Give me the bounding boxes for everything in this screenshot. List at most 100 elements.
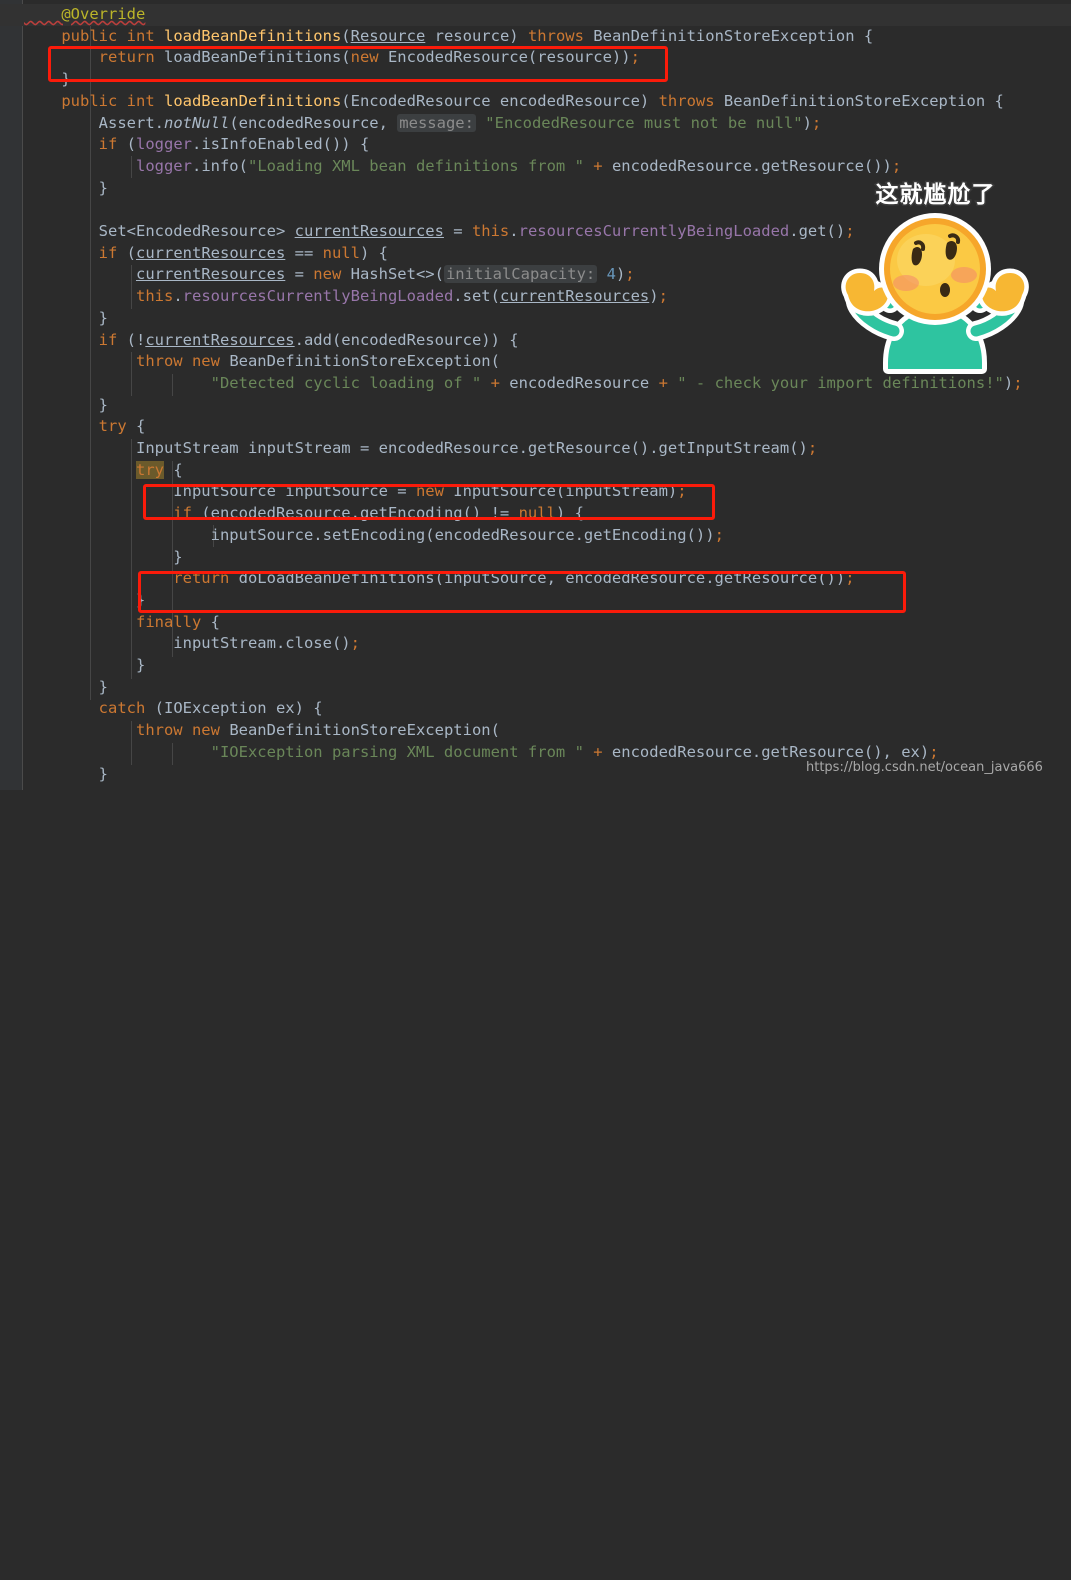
- token-keyword: return: [24, 569, 239, 588]
- token-variable: currentResources: [294, 222, 444, 240]
- code-line[interactable]: InputStream inputStream = encodedResourc…: [0, 438, 1071, 460]
- token-variable: currentResources: [136, 243, 286, 262]
- code-line[interactable]: Assert.notNull(encodedResource, message:…: [0, 113, 1071, 135]
- code-line[interactable]: }: [0, 69, 1071, 91]
- token-keyword: new: [313, 265, 351, 284]
- token-text: ): [615, 265, 626, 284]
- code-line[interactable]: }: [0, 677, 1071, 699]
- code-line[interactable]: }: [0, 590, 1071, 612]
- token-text: (: [126, 243, 136, 262]
- token-text: (encodedResource.getEncoding() !=: [201, 504, 519, 523]
- token-keyword: catch: [24, 699, 155, 718]
- token-text: InputSource(inputStream): [453, 482, 678, 501]
- token-keyword: null: [322, 243, 360, 262]
- token-keyword: new: [350, 48, 388, 67]
- token-text: }: [24, 308, 108, 327]
- token-text: InputStream inputStream = encodedResourc…: [24, 439, 808, 457]
- token-operator: +: [583, 742, 612, 761]
- code-line[interactable]: }: [0, 655, 1071, 677]
- token-text: }: [24, 178, 108, 197]
- token-text: (EncodedResource encodedResource): [341, 91, 659, 110]
- code-line[interactable]: try {: [0, 460, 1071, 482]
- code-line[interactable]: public int loadBeanDefinitions(Resource …: [0, 26, 1071, 48]
- code-line[interactable]: return loadBeanDefinitions(new EncodedRe…: [0, 47, 1071, 69]
- token-text: .add(encodedResource)) {: [294, 330, 519, 349]
- token-text: {: [135, 417, 146, 436]
- token-string: "Detected cyclic loading of ": [24, 373, 482, 392]
- token-text: =: [443, 222, 472, 240]
- code-line[interactable]: if (encodedResource.getEncoding() != nul…: [0, 503, 1071, 525]
- token-keyword: if: [24, 504, 202, 523]
- code-line[interactable]: }: [0, 547, 1071, 569]
- token-type: Resource: [350, 26, 426, 45]
- code-line[interactable]: InputSource inputSource = new InputSourc…: [0, 481, 1071, 503]
- code-line[interactable]: return doLoadBeanDefinitions(inputSource…: [0, 568, 1071, 590]
- code-line[interactable]: try {: [0, 416, 1071, 438]
- token-text: ): [802, 113, 812, 132]
- parameter-hint-initialcapacity: initialCapacity:: [443, 265, 598, 284]
- token-field: logger: [135, 156, 192, 175]
- token-number: 4: [597, 265, 616, 284]
- token-text: }: [24, 677, 108, 696]
- token-keyword: finally: [24, 612, 211, 631]
- token-text: .set(: [453, 287, 500, 306]
- token-text: (: [126, 135, 136, 154]
- sticker-overlay: 这就尴尬了: [828, 175, 1043, 374]
- token-string: "IOException parsing XML document from ": [24, 742, 584, 761]
- token-text: EncodedResource(resource)): [387, 48, 631, 67]
- token-text: }: [24, 764, 108, 783]
- token-text: (!: [126, 330, 146, 349]
- code-line[interactable]: inputStream.close();: [0, 633, 1071, 655]
- token-text: ==: [285, 243, 323, 262]
- token-operator: +: [583, 156, 612, 175]
- token-text: }: [24, 395, 108, 414]
- code-line[interactable]: catch (IOException ex) {: [0, 698, 1071, 720]
- token-text: inputStream.close(): [24, 634, 351, 653]
- token-text: }: [24, 547, 183, 566]
- token-text: .isInfoEnabled()) {: [192, 135, 370, 154]
- code-editor[interactable]: @Override public int loadBeanDefinitions…: [0, 0, 1071, 790]
- code-line[interactable]: inputSource.setEncoding(encodedResource.…: [0, 525, 1071, 547]
- token-text: Set<EncodedResource>: [24, 222, 295, 240]
- token-text: ;: [630, 48, 640, 67]
- token-string: "EncodedResource must not be null": [475, 113, 803, 132]
- token-text: ;: [350, 634, 360, 653]
- code-line[interactable]: @Override: [0, 4, 1071, 26]
- token-variable: currentResources: [135, 265, 286, 284]
- code-line[interactable]: if (logger.isInfoEnabled()) {: [0, 134, 1071, 156]
- token-keyword: throw new: [24, 721, 230, 740]
- token-text: {: [163, 460, 183, 479]
- code-line[interactable]: throw new BeanDefinitionStoreException(: [0, 720, 1071, 742]
- token-text: ) {: [359, 243, 388, 262]
- token-method: loadBeanDefinitions: [163, 26, 342, 45]
- code-line[interactable]: finally {: [0, 612, 1071, 634]
- token-text: (encodedResource,: [229, 113, 398, 132]
- token-string: "Loading XML bean definitions from ": [247, 156, 584, 175]
- token-text: Assert.: [24, 113, 164, 132]
- token-keyword: this: [24, 287, 174, 306]
- token-keyword: this: [471, 222, 510, 240]
- token-keyword: public int: [24, 26, 164, 45]
- token-text: ;: [714, 525, 724, 544]
- token-field: resourcesCurrentlyBeingLoaded: [518, 222, 790, 240]
- token-keyword: throws: [658, 91, 724, 110]
- token-text: HashSet<>(: [350, 265, 444, 284]
- token-static-method: notNull: [163, 113, 230, 132]
- token-keyword: try: [24, 417, 136, 436]
- token-text: loadBeanDefinitions(: [163, 48, 351, 67]
- token-text: ): [649, 287, 659, 306]
- token-text: (: [341, 26, 351, 45]
- token-text: ;: [677, 482, 687, 501]
- token-text: BeanDefinitionStoreException(: [229, 721, 500, 740]
- token-text: ;: [845, 569, 855, 588]
- token-text: ;: [929, 742, 939, 761]
- token-operator: +: [481, 373, 510, 392]
- token-method: loadBeanDefinitions: [163, 91, 342, 110]
- token-text: .info(: [191, 156, 248, 175]
- token-keyword: null: [518, 504, 556, 523]
- code-line[interactable]: public int loadBeanDefinitions(EncodedRe…: [0, 91, 1071, 113]
- token-text: encodedResource.getResource(), ex): [611, 742, 930, 761]
